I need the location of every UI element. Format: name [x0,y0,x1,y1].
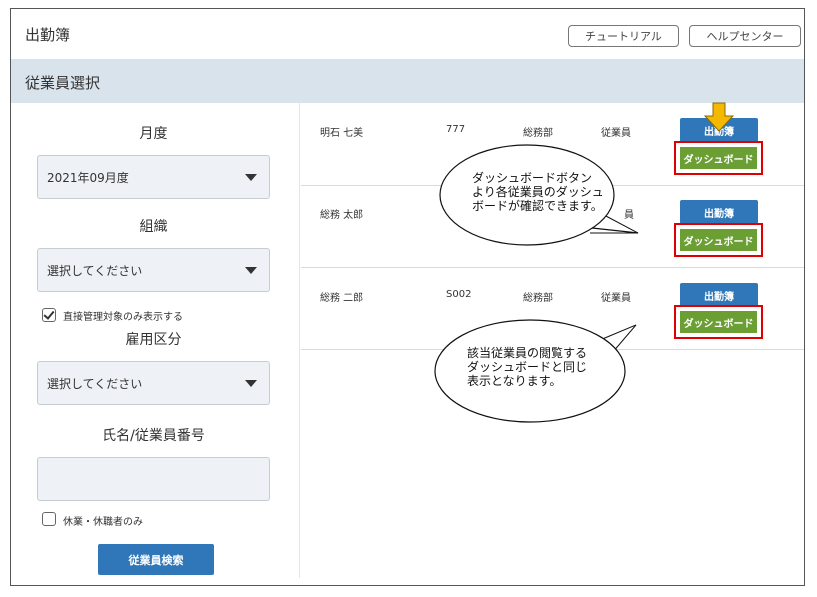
direct-only-checkbox[interactable] [42,308,56,322]
app-window: 出勤簿 チュートリアル ヘルプセンター 従業員選択 月度 2021年09月度 組… [10,8,805,586]
dashboard-highlight: ダッシュボード [674,141,763,175]
employment-type-label: 雇用区分 [125,332,182,348]
section-title: 従業員選択 [25,74,101,92]
dashboard-button[interactable]: ダッシュボード [680,229,757,251]
attendance-button[interactable]: 出勤簿 [680,283,758,307]
employee-type: 従業員 [601,293,631,304]
employee-type: 従業員 [601,128,631,139]
employee-number: 777 [446,124,466,135]
chevron-down-icon [245,267,257,274]
name-number-label: 氏名/従業員番号 [102,428,205,444]
callout-line: 該当従業員の閲覧する [467,346,588,360]
month-select[interactable]: 2021年09月度 [37,155,270,199]
check-icon [43,308,55,320]
employee-name: 明石 七美 [320,128,364,139]
leave-only-checkbox[interactable] [42,512,56,526]
callout-line: ダッシュボードボタン [472,171,593,185]
name-number-input[interactable] [37,457,270,501]
month-label: 月度 [139,126,168,142]
callout-line: ボードが確認できます。 [472,199,603,213]
callout-line: 表示となります。 [467,374,562,388]
panel-divider [299,103,300,578]
chevron-down-icon [245,174,257,181]
dashboard-button[interactable]: ダッシュボード [680,147,757,169]
callout-text: ダッシュボードボタン より各従業員のダッシュ ボードが確認できます。 [472,171,604,213]
employee-name: 総務 太郎 [320,210,364,221]
attendance-button[interactable]: 出勤簿 [680,118,758,142]
callout-line: より各従業員のダッシュ [472,185,604,199]
employee-search-button[interactable]: 従業員検索 [98,544,214,575]
row-divider [301,267,804,268]
employment-type-select[interactable]: 選択してください [37,361,270,405]
chevron-down-icon [245,380,257,387]
employee-department: 総務部 [523,128,553,139]
employee-department: 総務部 [523,293,553,304]
dashboard-button[interactable]: ダッシュボード [680,311,757,333]
employee-type: 員 [624,210,634,221]
tutorial-button[interactable]: チュートリアル [568,25,679,47]
organization-select-value: 選択してください [47,264,143,278]
callout-line: ダッシュボードと同じ [467,360,588,374]
month-select-value: 2021年09月度 [47,171,129,185]
leave-only-label: 休業・休職者のみ [63,517,143,528]
organization-label: 組織 [139,219,168,235]
employment-type-select-value: 選択してください [47,377,143,391]
employee-name: 総務 二郎 [320,293,364,304]
attendance-button[interactable]: 出勤簿 [680,200,758,224]
callout-text: 該当従業員の閲覧する ダッシュボードと同じ 表示となります。 [467,346,587,388]
section-header: 従業員選択 [11,59,804,103]
dashboard-highlight: ダッシュボード [674,305,763,339]
employee-number: S002 [446,289,472,300]
organization-select[interactable]: 選択してください [37,248,270,292]
dashboard-highlight: ダッシュボード [674,223,763,257]
app-title: 出勤簿 [25,26,71,44]
direct-only-label: 直接管理対象のみ表示する [63,312,183,323]
help-center-button[interactable]: ヘルプセンター [689,25,801,47]
